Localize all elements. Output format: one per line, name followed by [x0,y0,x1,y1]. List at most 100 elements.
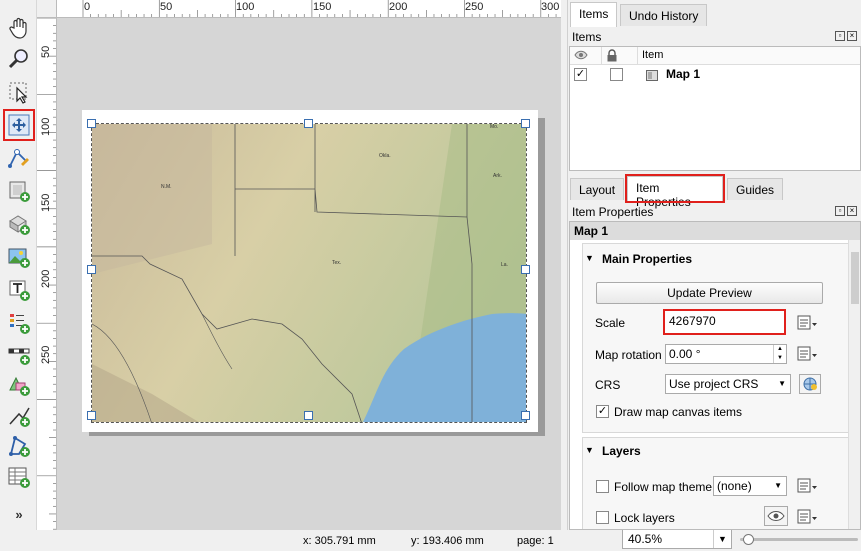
zoom-slider-track [740,538,858,541]
layout-toolbar: » [0,0,37,530]
ruler-label: 50 [40,45,52,58]
theme-value: (none) [717,479,752,493]
page-readout: page: 1 [517,535,554,547]
collapse-caret-icon[interactable]: ▼ [585,445,594,455]
resize-handle[interactable] [304,119,313,128]
resize-handle[interactable] [521,119,530,128]
data-defined-override-icon[interactable] [796,345,820,363]
props-panel-title: Item Properties [572,205,654,219]
add-picture-icon[interactable] [5,243,33,271]
map-render [92,124,526,422]
horizontal-ruler[interactable]: 0 50 100 150 200 250 300 [57,0,561,18]
main-properties-title: Main Properties [602,252,693,266]
add-polygon-icon[interactable] [5,432,33,460]
lock-checkbox[interactable] [610,68,623,81]
cursor-y-readout: y: 193.406 mm [411,535,484,547]
add-scalebar-icon[interactable] [5,340,33,368]
data-defined-override-icon[interactable] [796,508,820,526]
ruler-label: 250 [40,345,52,364]
horizontal-ruler-ticks [82,0,557,17]
zoom-slider[interactable] [740,534,858,545]
data-defined-override-icon[interactable] [796,314,820,332]
crs-combo[interactable]: Use project CRS ▼ [665,374,791,394]
ruler-label: 150 [313,1,332,13]
ruler-label: 100 [236,1,255,13]
resize-handle[interactable] [87,265,96,274]
ruler-label: 100 [40,117,52,136]
update-preview-button[interactable]: Update Preview [596,282,823,304]
pan-hand-icon[interactable] [5,14,33,42]
theme-combo[interactable]: (none) ▼ [713,476,787,496]
items-tabbar: Items Undo History [568,2,861,27]
item-column-header[interactable]: Item [638,47,860,65]
draw-canvas-items-label: Draw map canvas items [614,405,743,419]
visible-checkbox[interactable]: ✓ [574,68,587,81]
follow-theme-checkbox[interactable] [596,480,609,493]
float-icon[interactable]: ▫ [835,206,845,216]
chevron-down-icon: ▼ [778,379,786,388]
ruler-corner [37,0,57,18]
map-item[interactable]: N.M. Okla. Ark. Tex. La. Mo. [91,123,527,423]
move-content-icon[interactable] [3,109,35,141]
collapse-caret-icon[interactable]: ▼ [585,253,594,263]
item-properties-panel: Map 1 ▼ Main Properties Update Preview S… [569,221,861,530]
table-row[interactable]: ✓ Map 1 [570,66,860,84]
crs-globe-icon[interactable] [799,374,821,394]
more-tools-chevron-icon[interactable]: » [5,500,33,528]
lock-icon [607,49,617,62]
layers-title: Layers [602,444,641,458]
right-dock: Items Undo History Items ▫ × Item ✓ Map … [567,0,861,530]
status-bar: x: 305.791 mm y: 193.406 mm page: 1 [37,530,567,551]
tab-layout[interactable]: Layout [570,178,625,200]
add-label-icon[interactable] [5,276,33,304]
add-attribute-table-icon[interactable] [5,463,33,491]
resize-handle[interactable] [87,411,96,420]
chevron-down-icon[interactable]: ▼ [713,530,731,548]
data-defined-override-icon[interactable] [796,477,820,495]
lock-column[interactable] [602,47,638,65]
scrollbar-thumb[interactable] [851,252,859,304]
add-legend-icon[interactable] [5,309,33,337]
draw-canvas-items-checkbox[interactable]: ✓ [596,405,609,418]
ruler-label: 150 [40,193,52,212]
follow-theme-label: Follow map theme [614,480,713,494]
items-dock-buttons: ▫ × [835,31,857,41]
edit-nodes-icon[interactable] [5,144,33,172]
tab-guides[interactable]: Guides [727,178,784,200]
tab-undo-history[interactable]: Undo History [620,4,708,26]
visibility-column[interactable] [570,47,602,65]
rotation-value: 0.00 ° [669,347,701,361]
props-dock-buttons: ▫ × [835,206,857,216]
float-icon[interactable]: ▫ [835,31,845,41]
map-item-icon [646,70,658,81]
eye-icon [574,50,588,60]
resize-handle[interactable] [521,411,530,420]
resize-handle[interactable] [87,119,96,128]
close-icon[interactable]: × [847,31,857,41]
add-map-icon[interactable] [5,177,33,205]
zoom-magnifier-icon[interactable] [5,45,33,73]
layout-page: N.M. Okla. Ark. Tex. La. Mo. [82,110,538,432]
zoom-slider-thumb[interactable] [743,534,755,545]
add-3d-map-icon[interactable] [5,210,33,238]
ruler-label: 50 [160,1,173,13]
tab-item-properties[interactable]: Item Properties [625,174,725,209]
close-icon[interactable]: × [847,206,857,216]
layout-canvas[interactable]: N.M. Okla. Ark. Tex. La. Mo. [57,18,561,530]
tab-items[interactable]: Items [570,2,618,27]
vertical-ruler[interactable]: 50 100 150 200 250 [37,18,57,530]
resize-handle[interactable] [521,265,530,274]
lock-layers-checkbox[interactable] [596,511,609,524]
select-arrow-icon[interactable] [5,78,33,106]
resize-handle[interactable] [304,411,313,420]
add-polyline-icon[interactable] [5,402,33,430]
spin-arrows-icon[interactable]: ▲ ▼ [773,345,786,363]
crs-label: CRS [595,378,621,392]
rotation-spinbox[interactable]: 0.00 ° ▲ ▼ [665,344,787,364]
add-shape-icon[interactable] [5,371,33,399]
scale-label: Scale [595,316,626,330]
visibility-presets-eye-icon[interactable] [764,506,788,526]
scale-input[interactable]: 4267970 [663,309,786,335]
zoom-combo[interactable]: 40.5% ▼ [622,529,732,549]
props-scrollbar[interactable] [848,240,860,529]
